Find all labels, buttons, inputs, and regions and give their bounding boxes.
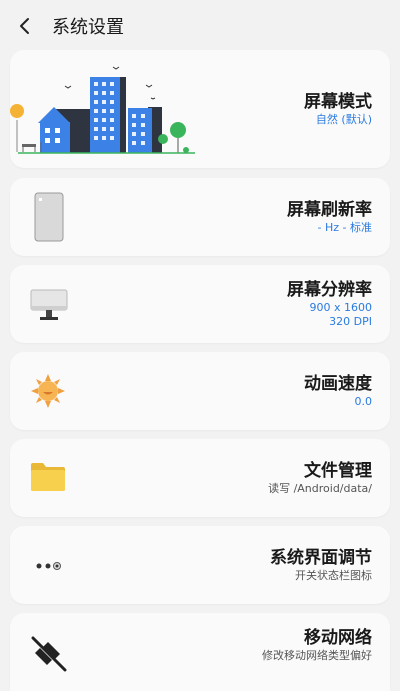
setting-title: 屏幕分辨率 (287, 280, 372, 300)
dots-icon (36, 562, 61, 570)
setting-animation-speed[interactable]: 动画速度 0.0 (10, 352, 390, 430)
setting-subtitle-resolution: 900 x 1600 (309, 301, 373, 314)
setting-refresh-rate[interactable]: 屏幕刷新率 - Hz - 标准 (10, 178, 390, 256)
setting-subtitle: 0.0 (354, 395, 373, 408)
setting-title: 系统界面调节 (270, 548, 372, 568)
folder-icon (31, 463, 65, 491)
setting-file-manager[interactable]: 文件管理 读写 /Android/data/ (10, 439, 390, 517)
setting-title: 移动网络 (304, 628, 372, 648)
setting-screen-mode[interactable]: 屏幕模式 自然 (默认) (10, 50, 390, 168)
back-arrow-icon[interactable] (14, 14, 34, 38)
setting-system-ui[interactable]: 系统界面调节 开关状态栏图标 (10, 526, 390, 604)
setting-title: 动画速度 (304, 374, 372, 394)
monitor-icon (30, 289, 68, 320)
city-illustration-icon (10, 66, 195, 154)
setting-subtitle: 修改移动网络类型偏好 (262, 649, 372, 662)
setting-title: 屏幕模式 (304, 92, 372, 112)
setting-subtitle-dpi: 320 DPI (329, 315, 372, 328)
page-title: 系统设置 (52, 17, 124, 38)
setting-subtitle: - Hz - 标准 (317, 221, 372, 234)
setting-subtitle: 自然 (默认) (315, 113, 372, 126)
setting-mobile-network[interactable]: 移动网络 修改移动网络类型偏好 (10, 613, 390, 691)
setting-title: 屏幕刷新率 (287, 200, 372, 220)
top-bar: 系统设置 (0, 0, 400, 52)
sun-icon (31, 374, 65, 408)
setting-subtitle: 读写 /Android/data/ (268, 482, 372, 495)
setting-title: 文件管理 (304, 461, 372, 481)
no-signal-icon (31, 636, 67, 672)
setting-subtitle: 开关状态栏图标 (295, 569, 372, 582)
setting-resolution[interactable]: 屏幕分辨率 900 x 1600 320 DPI (10, 265, 390, 343)
phone-icon (34, 192, 64, 242)
